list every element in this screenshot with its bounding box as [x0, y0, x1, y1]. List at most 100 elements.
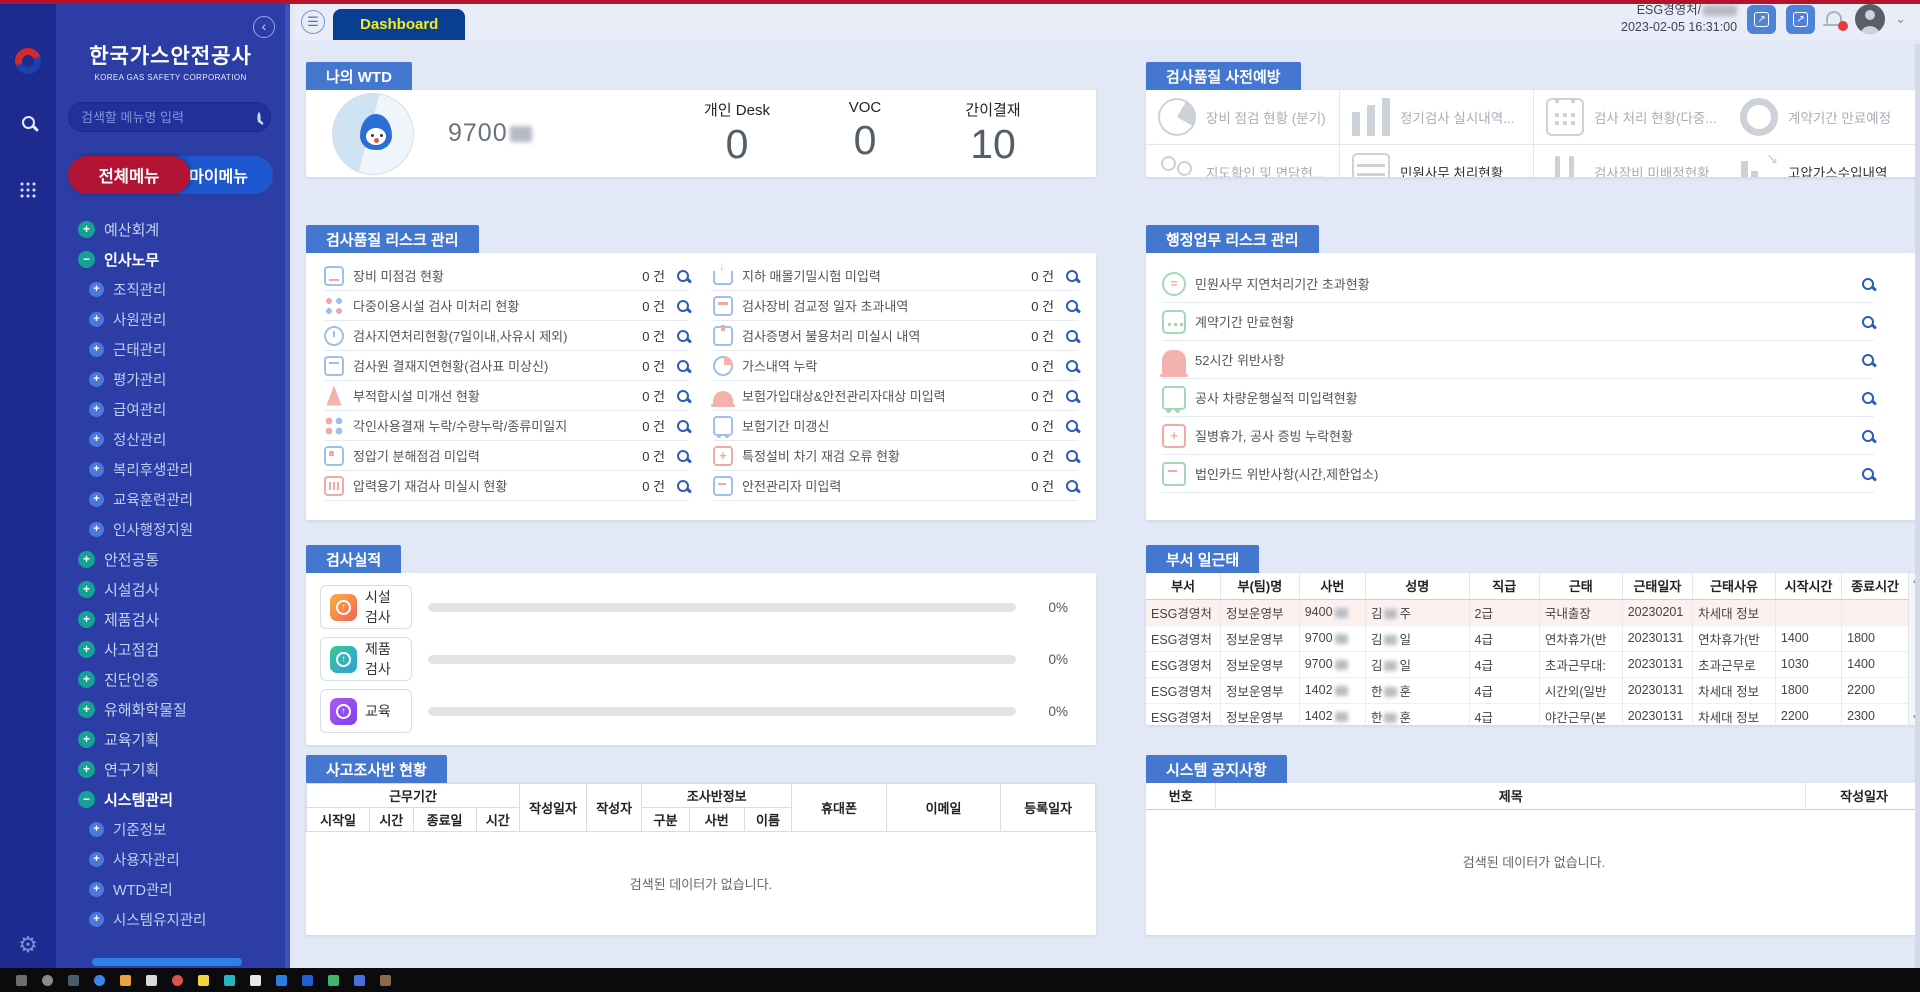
col-header[interactable]: 작성일자 — [1806, 783, 1920, 809]
col-header[interactable]: 사번 — [1299, 573, 1365, 599]
magnifier-icon[interactable] — [1066, 360, 1078, 372]
magnifier-icon[interactable] — [1066, 480, 1078, 492]
prevention-tile[interactable]: 민원사무 처리현황 — [1340, 145, 1534, 177]
magnifier-icon[interactable] — [1862, 278, 1874, 290]
search-icon[interactable] — [257, 112, 260, 122]
expand-icon[interactable] — [89, 432, 104, 447]
open-window-button[interactable]: ↗ — [1747, 5, 1776, 34]
sidebar-menu-item[interactable]: 예산회계 — [56, 214, 285, 244]
taskbar-icon[interactable] — [224, 975, 235, 986]
expand-icon[interactable] — [78, 221, 95, 238]
magnifier-icon[interactable] — [1066, 390, 1078, 402]
col-header[interactable]: 시작시간 — [1775, 573, 1841, 599]
expand-icon[interactable] — [89, 312, 104, 327]
col-header[interactable]: 제목 — [1216, 783, 1806, 809]
gear-icon[interactable]: ⚙ — [18, 932, 38, 958]
risk-item[interactable]: 민원사무 지연처리기간 초과현황 — [1162, 265, 1874, 303]
expand-icon[interactable] — [89, 522, 104, 537]
magnifier-icon[interactable] — [677, 330, 689, 342]
col-header[interactable]: 직급 — [1469, 573, 1539, 599]
sidebar-menu-item[interactable]: 유해화학물질 — [56, 694, 285, 724]
risk-item[interactable]: 검사장비 검교정 일자 초과내역 0 건 — [713, 291, 1078, 321]
expand-icon[interactable] — [89, 882, 104, 897]
sidebar-menu-item[interactable]: 평가관리 — [56, 364, 285, 394]
magnifier-icon[interactable] — [1066, 450, 1078, 462]
risk-item[interactable]: 각인사용결재 누락/수량누락/종류미일지 0 건 — [324, 411, 689, 441]
magnifier-icon[interactable] — [1066, 300, 1078, 312]
expand-icon[interactable] — [78, 641, 95, 658]
sidebar-menu-item[interactable]: 인사행정지원 — [56, 514, 285, 544]
prevention-tile[interactable]: 정기검사 실시내역... — [1340, 90, 1534, 145]
sidebar-menu-item[interactable]: 근태관리 — [56, 334, 285, 364]
risk-item[interactable]: 지하 매몰기밀시험 미입력 0 건 — [713, 261, 1078, 291]
taskbar-icon[interactable] — [16, 975, 27, 986]
magnifier-icon[interactable] — [1066, 420, 1078, 432]
prevention-tile[interactable]: 고압가스수입내역 — [1728, 145, 1920, 177]
taskbar-icon[interactable] — [354, 975, 365, 986]
sidebar-menu-item[interactable]: 진단인증 — [56, 664, 285, 694]
sidebar-collapse-button[interactable]: ‹ — [253, 16, 275, 38]
risk-item[interactable]: 계약기간 만료현황 — [1162, 303, 1874, 341]
taskbar-icon[interactable] — [120, 975, 131, 986]
sidebar-menu-item[interactable]: WTD관리 — [56, 874, 285, 904]
tab-dashboard[interactable]: Dashboard — [333, 9, 465, 40]
sidebar-scrollbar-thumb[interactable] — [92, 958, 242, 966]
expand-icon[interactable] — [89, 852, 104, 867]
magnifier-icon[interactable] — [677, 450, 689, 462]
risk-item[interactable]: 검사원 결재지연현황(검사표 미상신) 0 건 — [324, 351, 689, 381]
sidebar-menu-item[interactable]: 교육기획 — [56, 724, 285, 754]
sidebar-menu-item[interactable]: 사고점검 — [56, 634, 285, 664]
expand-icon[interactable] — [89, 372, 104, 387]
risk-item[interactable]: 다중이용시설 검사 미처리 현황 0 건 — [324, 291, 689, 321]
col-header[interactable]: 근태사유 — [1693, 573, 1776, 599]
tab-all-menu[interactable]: 전체메뉴 — [68, 156, 190, 194]
menu-search-input[interactable] — [81, 110, 257, 125]
wtd-stat[interactable]: 간이결재 10 — [958, 99, 1028, 167]
taskbar-icon[interactable] — [146, 975, 157, 986]
expand-icon[interactable] — [89, 912, 104, 927]
magnifier-icon[interactable] — [677, 480, 689, 492]
open-copy-button[interactable]: ↗ — [1786, 5, 1815, 34]
sidebar-menu-item[interactable]: 시스템유지관리 — [56, 904, 285, 934]
col-header[interactable]: 번호 — [1146, 783, 1216, 809]
menu-search-box[interactable] — [68, 102, 271, 132]
sidebar-menu-item[interactable]: 연구기획 — [56, 754, 285, 784]
expand-icon[interactable] — [78, 551, 95, 568]
col-header[interactable]: 근태 — [1539, 573, 1622, 599]
sidebar-menu-item[interactable]: 정산관리 — [56, 424, 285, 454]
sidebar-menu-item[interactable]: 기준정보 — [56, 814, 285, 844]
performance-category-button[interactable]: 교육 — [320, 689, 412, 733]
risk-item[interactable]: 안전관리자 미입력 0 건 — [713, 471, 1078, 501]
expand-icon[interactable] — [78, 251, 95, 268]
risk-item[interactable]: 보험가입대상&안전관리자대상 미입력 0 건 — [713, 381, 1078, 411]
rail-search-icon[interactable] — [22, 116, 35, 129]
risk-item[interactable]: 검사증명서 불용처리 미실시 내역 0 건 — [713, 321, 1078, 351]
expand-icon[interactable] — [89, 822, 104, 837]
magnifier-icon[interactable] — [1066, 330, 1078, 342]
prevention-tile[interactable]: 계약기간 만료예정 — [1728, 90, 1920, 145]
taskbar-icon[interactable] — [250, 975, 261, 986]
hamburger-menu-icon[interactable]: ☰ — [301, 10, 325, 34]
risk-item[interactable]: 정압기 분해점검 미입력 0 건 — [324, 441, 689, 471]
page-scrollbar[interactable] — [1915, 44, 1920, 968]
risk-item[interactable]: 질병휴가, 공사 증빙 누락현황 — [1162, 417, 1874, 455]
sidebar-menu-item[interactable]: 교육훈련관리 — [56, 484, 285, 514]
risk-item[interactable]: 장비 미점검 현황 0 건 — [324, 261, 689, 291]
risk-item[interactable]: 부적합시설 미개선 현황 0 건 — [324, 381, 689, 411]
risk-item[interactable]: 공사 차량운행실적 미입력현황 — [1162, 379, 1874, 417]
wtd-stat[interactable]: 개인 Desk 0 — [702, 99, 772, 167]
expand-icon[interactable] — [89, 492, 104, 507]
prevention-tile[interactable]: 검사장비 미배정현황 — [1534, 145, 1728, 177]
sidebar-menu-item[interactable]: 사용자관리 — [56, 844, 285, 874]
prevention-tile[interactable]: 지도확인 및 면담현... — [1146, 145, 1340, 177]
sidebar-menu-item[interactable]: 사원관리 — [56, 304, 285, 334]
col-header[interactable]: 부(팀)명 — [1221, 573, 1300, 599]
magnifier-icon[interactable] — [677, 420, 689, 432]
prevention-tile[interactable]: 검사 처리 현황(다중... — [1534, 90, 1728, 145]
taskbar-icon[interactable] — [302, 975, 313, 986]
expand-icon[interactable] — [89, 342, 104, 357]
taskbar-icon[interactable] — [328, 975, 339, 986]
taskbar-icon[interactable] — [94, 975, 105, 986]
magnifier-icon[interactable] — [677, 390, 689, 402]
col-header[interactable]: 근태일자 — [1622, 573, 1692, 599]
